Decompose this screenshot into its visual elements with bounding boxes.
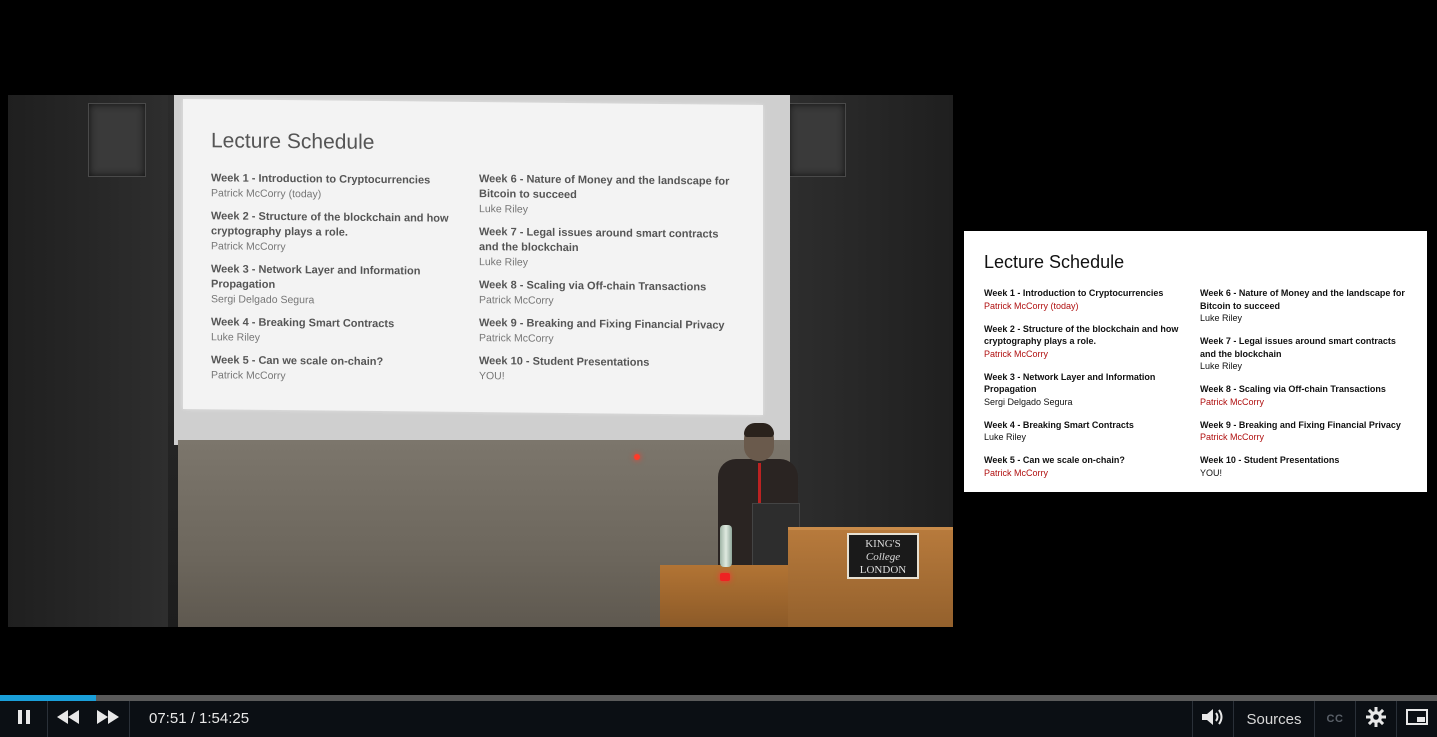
rewind-button[interactable]	[50, 701, 86, 737]
fast-forward-icon	[97, 709, 119, 729]
captions-button[interactable]: CC	[1315, 701, 1355, 737]
wall-speaker-right	[788, 103, 846, 177]
presenter-name: YOU!	[1200, 467, 1223, 478]
player-controls: 07:51 / 1:54:25 Sources CC	[0, 701, 1437, 737]
schedule-item: Week 7 - Legal issues around smart contr…	[1200, 335, 1405, 372]
gear-icon	[1366, 706, 1386, 732]
rewind-icon	[57, 709, 79, 729]
schedule-item: Week 1 - Introduction to Cryptocurrencie…	[211, 172, 431, 201]
red-light	[720, 573, 730, 581]
schedule-item: Week 2 - Structure of the blockchain and…	[984, 323, 1189, 360]
video-frame[interactable]: Lecture Schedule Week 1 - Introduction t…	[8, 95, 953, 627]
schedule-item: Week 5 - Can we scale on-chain? Patrick …	[211, 354, 384, 383]
schedule-item: Week 8 - Scaling via Off-chain Transacti…	[1200, 383, 1405, 408]
slide-right-column: Week 6 - Nature of Money and the landsca…	[1200, 287, 1405, 490]
schedule-item: Week 7 - Legal issues around smart contr…	[479, 226, 719, 269]
schedule-item: Week 8 - Scaling via Off-chain Transacti…	[479, 279, 707, 307]
fast-forward-button[interactable]	[90, 701, 126, 737]
presenter-name: Sergi Delgado Segura	[984, 396, 1073, 407]
schedule-item: Week 5 - Can we scale on-chain? Patrick …	[984, 454, 1189, 479]
schedule-item: Week 1 - Introduction to Cryptocurrencie…	[984, 287, 1189, 312]
presenter-name: Patrick McCorry	[984, 467, 1049, 478]
presenter-name: Patrick McCorry	[1200, 432, 1265, 442]
volume-icon	[1202, 708, 1224, 731]
divider	[129, 701, 130, 737]
laser-pointer-dot	[634, 454, 640, 460]
pause-icon	[16, 709, 32, 730]
picture-in-picture-button[interactable]	[1397, 701, 1437, 737]
slide-title: Lecture Schedule	[984, 252, 1125, 272]
schedule-item: Week 10 - Student Presentations YOU!	[1200, 454, 1405, 479]
water-bottle	[720, 525, 732, 567]
presenter-name: Patrick McCorry	[984, 348, 1049, 359]
presenter-name: Patrick McCorry	[1200, 396, 1265, 407]
sources-label: Sources	[1246, 710, 1302, 728]
pause-button[interactable]	[0, 701, 47, 737]
schedule-item: Week 2 - Structure of the blockchain and…	[211, 210, 449, 254]
slide-panel[interactable]: Lecture Schedule Week 1 - Introduction t…	[964, 231, 1427, 492]
schedule-item: Week 9 - Breaking and Fixing Financial P…	[1200, 419, 1405, 444]
sources-button[interactable]: Sources	[1234, 701, 1314, 737]
schedule-item: Week 4 - Breaking Smart Contracts Luke R…	[211, 316, 395, 344]
projected-slide-right-column: Week 6 - Nature of Money and the landsca…	[479, 172, 739, 395]
schedule-item: Week 4 - Breaking Smart Contracts Luke R…	[984, 419, 1189, 444]
slide-left-column: Week 1 - Introduction to Cryptocurrencie…	[984, 287, 1189, 490]
schedule-item: Week 9 - Breaking and Fixing Financial P…	[479, 317, 725, 345]
picture-in-picture-icon	[1406, 708, 1428, 730]
wall-speaker-left	[88, 103, 146, 177]
kings-college-london-logo: KING'S College LONDON	[847, 533, 919, 579]
schedule-item: Week 10 - Student Presentations YOU!	[479, 355, 650, 383]
presenter-name: Patrick McCorry (today)	[984, 300, 1079, 311]
divider	[47, 701, 48, 737]
projected-slide: Lecture Schedule Week 1 - Introduction t…	[183, 98, 763, 416]
projected-slide-title: Lecture Schedule	[211, 129, 375, 154]
volume-button[interactable]	[1193, 701, 1233, 737]
projected-slide-left-column: Week 1 - Introduction to Cryptocurrencie…	[211, 171, 471, 394]
settings-button[interactable]	[1356, 701, 1396, 737]
podium-desk	[660, 565, 800, 627]
schedule-item: Week 6 - Nature of Money and the landsca…	[1200, 288, 1405, 323]
schedule-item: Week 3 - Network Layer and Information P…	[984, 371, 1189, 408]
presenter-name: Luke Riley	[1200, 361, 1243, 371]
presenter-name: Luke Riley	[1200, 313, 1243, 323]
time-display: 07:51 / 1:54:25	[149, 710, 250, 727]
captions-label: CC	[1326, 713, 1344, 725]
schedule-item: Week 3 - Network Layer and Information P…	[211, 263, 421, 307]
schedule-item: Week 6 - Nature of Money and the landsca…	[479, 173, 730, 216]
presenter-name: Luke Riley	[984, 432, 1027, 442]
